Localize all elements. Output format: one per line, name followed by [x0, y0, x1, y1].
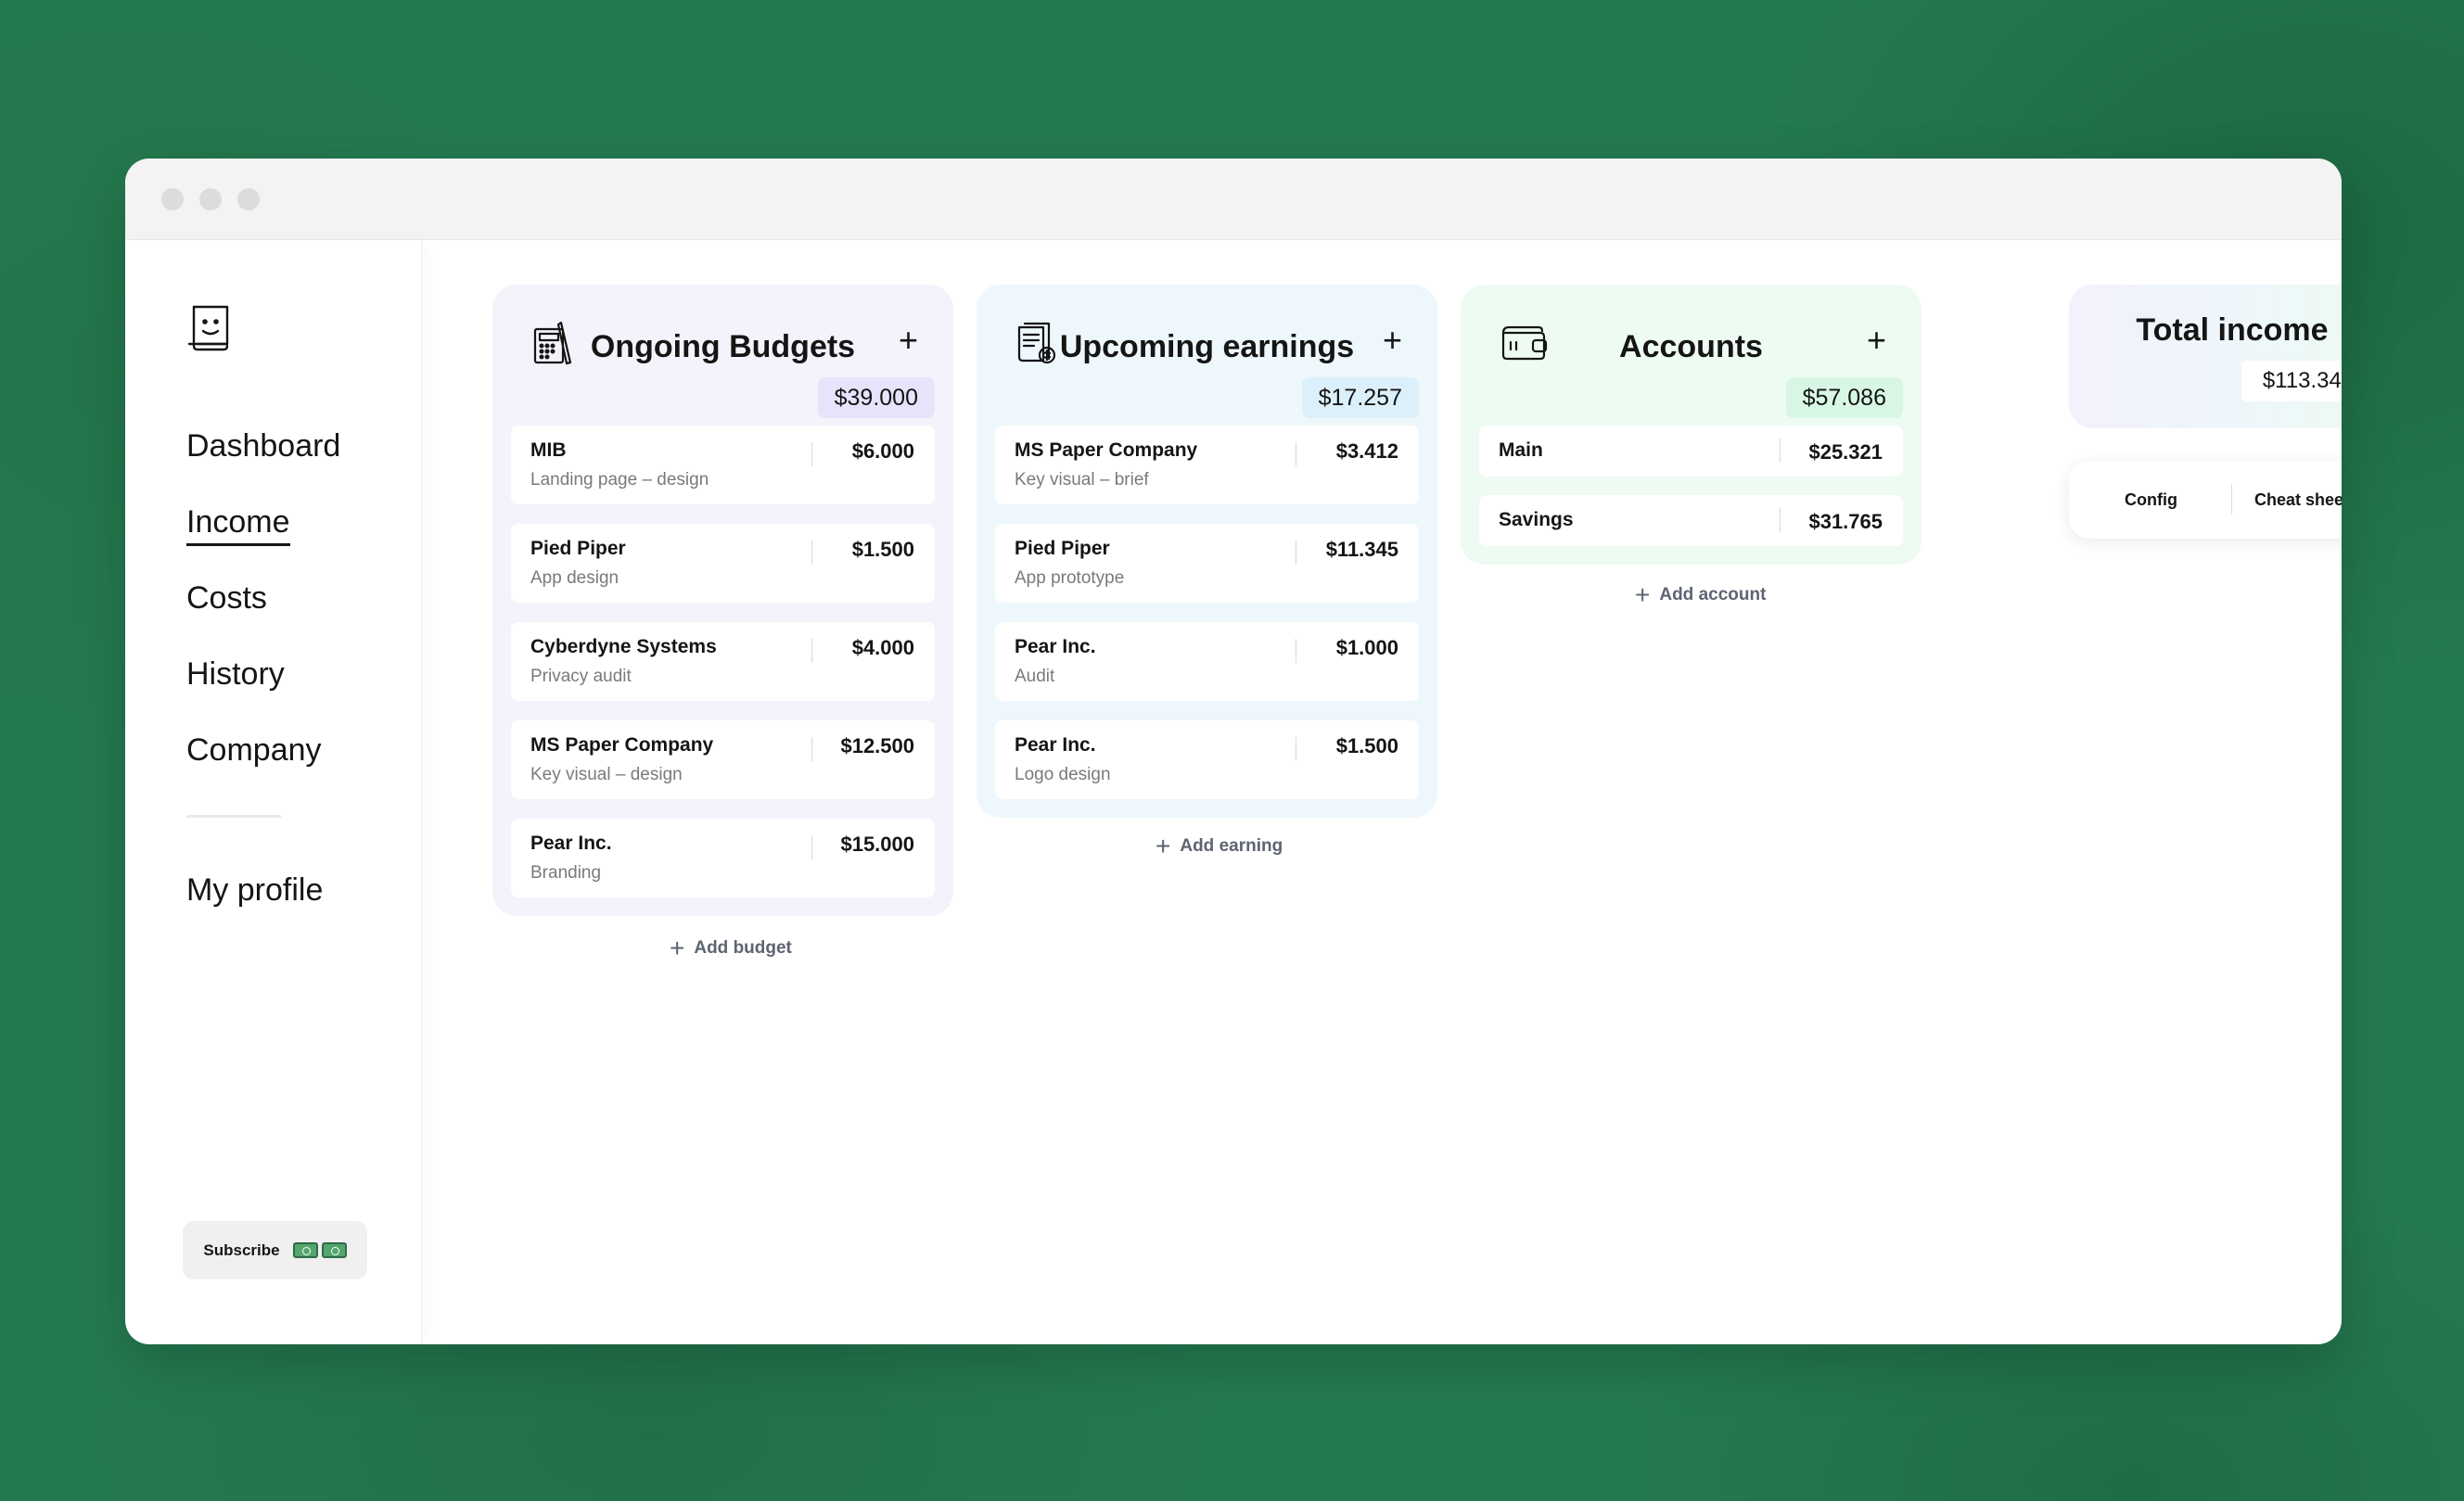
- row-divider: [811, 639, 812, 663]
- accounts-title: Accounts: [1619, 329, 1763, 364]
- budget-description: App design: [530, 568, 619, 588]
- sidebar-item-company[interactable]: Company: [186, 730, 340, 806]
- budget-description: Privacy audit: [530, 667, 632, 686]
- earning-row[interactable]: MS Paper Company Key visual – brief $3.4…: [995, 426, 1419, 504]
- earnings-total-badge: $17.257: [1301, 377, 1419, 418]
- account-row-savings[interactable]: Savings $31.765: [1479, 495, 1903, 546]
- sidebar-item-costs[interactable]: Costs: [186, 578, 340, 654]
- quick-links-card: Config Cheat sheet: [2069, 461, 2342, 539]
- row-divider: [1780, 508, 1781, 532]
- money-bills-icon: [292, 1242, 347, 1258]
- sidebar: Dashboard Income Costs History Company M…: [125, 240, 422, 1344]
- earning-row[interactable]: Pied Piper App prototype $11.345: [995, 524, 1419, 603]
- earning-client: Pear Inc.: [1015, 636, 1096, 657]
- earning-amount: $1.000: [1335, 636, 1398, 659]
- account-name: Savings: [1499, 509, 1574, 530]
- subscribe-button[interactable]: Subscribe: [183, 1221, 367, 1279]
- sidebar-nav: Dashboard Income Costs History Company M…: [186, 426, 340, 946]
- main-content: Ongoing Budgets + $39.000 MIB Landing pa…: [422, 240, 2342, 1344]
- account-balance: $31.765: [1808, 510, 1883, 533]
- budget-row[interactable]: MS Paper Company Key visual – design $12…: [511, 720, 935, 799]
- window-maximize-button[interactable]: [237, 187, 260, 210]
- cheat-sheet-link[interactable]: Cheat sheet: [2254, 490, 2342, 510]
- window-minimize-button[interactable]: [199, 187, 222, 210]
- earnings-title: Upcoming earnings: [1059, 329, 1355, 364]
- paper-face-icon[interactable]: [186, 303, 233, 351]
- earning-description: Key visual – brief: [1015, 470, 1149, 490]
- add-account-button[interactable]: + Add account: [1635, 580, 1766, 609]
- sidebar-divider: [186, 815, 281, 818]
- total-income-card: Total income $113.343: [2069, 285, 2342, 428]
- accounts-card: Accounts + $57.086 Main $25.321 Savings …: [1461, 285, 1921, 565]
- budget-client: MIB: [530, 439, 567, 461]
- budgets-title: Ongoing Budgets: [590, 329, 856, 364]
- budget-client: Cyberdyne Systems: [530, 636, 717, 657]
- config-link[interactable]: Config: [2125, 490, 2177, 510]
- budget-client: Pear Inc.: [530, 833, 612, 854]
- add-budget-button[interactable]: + Add budget: [670, 934, 792, 962]
- plus-icon: +: [1155, 832, 1171, 860]
- plus-icon: +: [670, 934, 685, 962]
- sidebar-item-dashboard[interactable]: Dashboard: [186, 426, 340, 502]
- account-row-main[interactable]: Main $25.321: [1479, 426, 1903, 477]
- window-close-button[interactable]: [161, 187, 184, 210]
- row-divider: [811, 835, 812, 859]
- budget-amount: $4.000: [851, 636, 914, 659]
- earning-amount: $11.345: [1325, 538, 1398, 561]
- row-divider: [1780, 439, 1781, 463]
- app-window: Dashboard Income Costs History Company M…: [125, 159, 2342, 1344]
- row-divider: [811, 541, 812, 565]
- earning-amount: $3.412: [1335, 439, 1398, 463]
- budget-row[interactable]: MIB Landing page – design $6.000: [511, 426, 935, 504]
- budgets-card: Ongoing Budgets + $39.000 MIB Landing pa…: [492, 285, 953, 916]
- budget-description: Landing page – design: [530, 470, 709, 490]
- budget-description: Key visual – design: [530, 765, 683, 784]
- sidebar-item-my-profile[interactable]: My profile: [186, 870, 340, 946]
- budget-row[interactable]: Pied Piper App design $1.500: [511, 524, 935, 603]
- sidebar-item-history[interactable]: History: [186, 654, 340, 730]
- budget-amount: $15.000: [840, 833, 914, 856]
- budget-row[interactable]: Cyberdyne Systems Privacy audit $4.000: [511, 622, 935, 701]
- earning-description: Logo design: [1015, 765, 1111, 784]
- account-name: Main: [1499, 439, 1543, 461]
- subscribe-label: Subscribe: [203, 1240, 280, 1259]
- earning-client: MS Paper Company: [1015, 439, 1198, 461]
- accounts-total-badge: $57.086: [1785, 377, 1903, 418]
- budget-amount: $1.500: [851, 538, 914, 561]
- budget-amount: $12.500: [840, 734, 914, 757]
- account-balance: $25.321: [1808, 440, 1883, 464]
- earning-amount: $1.500: [1335, 734, 1398, 757]
- add-account-plus-button[interactable]: +: [1867, 324, 1886, 357]
- add-earning-plus-button[interactable]: +: [1383, 324, 1402, 357]
- window-titlebar: [125, 159, 2342, 240]
- budget-amount: $6.000: [851, 439, 914, 463]
- budgets-total-badge: $39.000: [817, 377, 935, 418]
- budget-client: Pied Piper: [530, 538, 626, 559]
- earnings-card: Upcoming earnings + $17.257 MS Paper Com…: [977, 285, 1437, 818]
- add-earning-button[interactable]: + Add earning: [1155, 832, 1283, 860]
- total-income-title: Total income: [2136, 312, 2329, 348]
- row-divider: [811, 442, 812, 466]
- budget-client: MS Paper Company: [530, 734, 714, 756]
- links-divider: [2231, 485, 2232, 515]
- budget-description: Branding: [530, 863, 602, 883]
- earning-client: Pied Piper: [1015, 538, 1110, 559]
- budget-row[interactable]: Pear Inc. Branding $15.000: [511, 819, 935, 897]
- add-budget-plus-button[interactable]: +: [899, 324, 918, 357]
- earning-description: Audit: [1015, 667, 1055, 686]
- earning-row[interactable]: Pear Inc. Logo design $1.500: [995, 720, 1419, 799]
- sidebar-item-income[interactable]: Income: [186, 502, 340, 578]
- earning-row[interactable]: Pear Inc. Audit $1.000: [995, 622, 1419, 701]
- plus-icon: +: [1635, 580, 1651, 609]
- earning-client: Pear Inc.: [1015, 734, 1096, 756]
- earning-description: App prototype: [1015, 568, 1125, 588]
- total-income-value: $113.343: [2241, 361, 2342, 401]
- row-divider: [811, 737, 812, 761]
